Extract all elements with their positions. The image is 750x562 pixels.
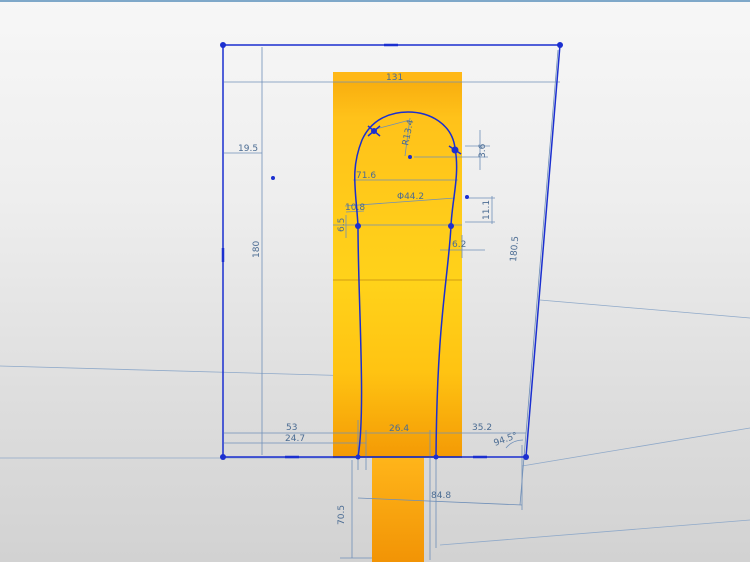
dim-angle[interactable]: 94.5° — [493, 431, 519, 449]
dim-11-1[interactable]: 11.1 — [482, 200, 492, 220]
part-stem — [372, 457, 424, 562]
dim-53[interactable]: 53 — [286, 423, 297, 433]
dim-84-8[interactable]: 84.8 — [431, 491, 451, 501]
dim-71-6[interactable]: 71.6 — [356, 171, 376, 181]
dim-height-180[interactable]: 180 — [252, 241, 262, 258]
dim-35-2[interactable]: 35.2 — [472, 423, 492, 433]
sketch-right-edge — [525, 44, 561, 458]
dim-3-6[interactable]: 3.6 — [478, 143, 488, 158]
dim-180-5[interactable]: 180.5 — [509, 236, 521, 263]
dim-6-5[interactable]: 6.5 — [337, 218, 347, 232]
dim-top-width[interactable]: 131 — [386, 73, 403, 83]
part-body — [333, 72, 462, 457]
cad-viewport[interactable]: 131 19.5 180 R13.4 3.6 71.6 Φ44.2 10.8 1… — [0, 0, 750, 562]
dim-24-7[interactable]: 24.7 — [285, 434, 305, 444]
dim-6-2[interactable]: 6.2 — [452, 240, 466, 250]
dim-70-5[interactable]: 70.5 — [337, 505, 347, 525]
dim-10-8[interactable]: 10.8 — [345, 203, 365, 213]
dim-44-2[interactable]: Φ44.2 — [397, 192, 424, 202]
dim-26-4[interactable]: 26.4 — [389, 424, 409, 434]
dim-left-offset[interactable]: 19.5 — [238, 144, 258, 154]
